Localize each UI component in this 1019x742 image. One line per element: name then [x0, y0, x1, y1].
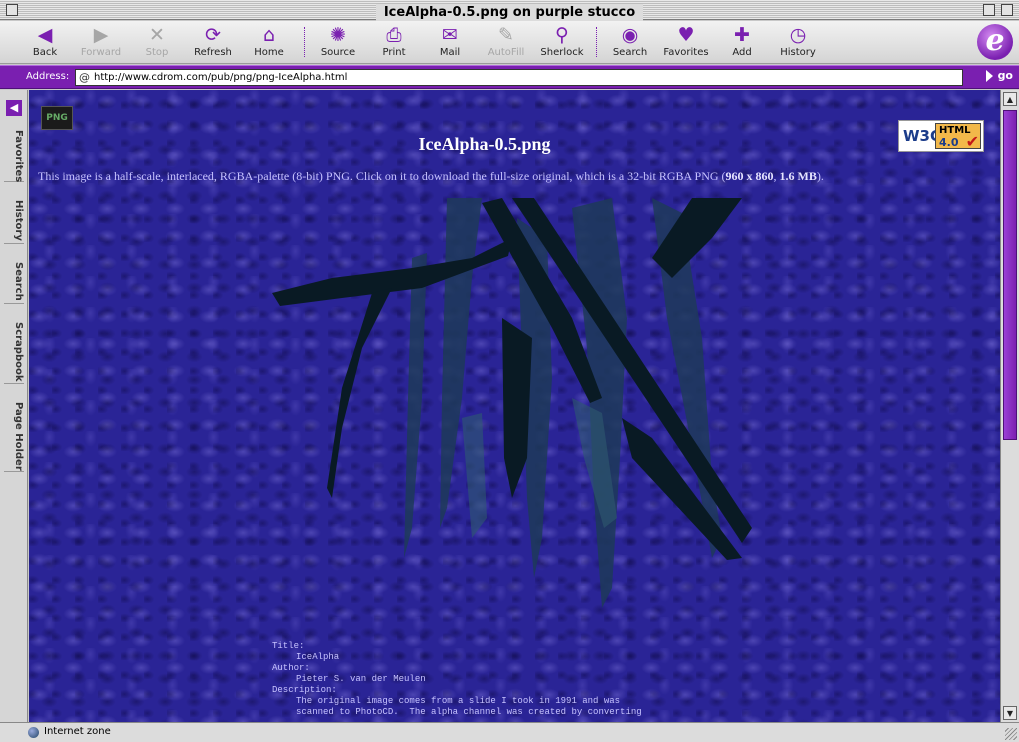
source-label: Source — [320, 47, 356, 58]
back-button[interactable]: ◀ Back — [17, 23, 73, 63]
go-button[interactable]: go — [998, 69, 1013, 82]
meta-description-value: The original image comes from a slide I … — [296, 696, 642, 717]
source-icon: ✺ — [330, 24, 346, 46]
scroll-down-arrow-icon[interactable]: ▼ — [1003, 706, 1017, 720]
scroll-thumb[interactable] — [1003, 110, 1017, 440]
vertical-scrollbar[interactable]: ▲ ▼ — [1000, 90, 1019, 722]
forward-label: Forward — [80, 47, 122, 58]
forward-icon: ▶ — [93, 24, 109, 46]
page-icon: @ — [79, 71, 90, 84]
refresh-label: Refresh — [194, 47, 232, 58]
security-zone: Internet zone — [44, 726, 111, 737]
history-icon: ◷ — [789, 24, 807, 46]
toolbar-separator — [596, 27, 597, 57]
meta-title-value: IceAlpha — [296, 652, 340, 662]
html-version: 4.0 — [939, 136, 959, 149]
explorer-bar-toggle-icon[interactable]: ◀ — [6, 100, 22, 116]
checkmark-icon: ✔ — [965, 132, 979, 151]
autofill-label: AutoFill — [487, 47, 525, 58]
page-title: IceAlpha-0.5.png — [418, 134, 551, 154]
source-button[interactable]: ✺ Source — [310, 23, 366, 63]
window-title-bar[interactable]: IceAlpha-0.5.png on purple stucco — [0, 0, 1019, 22]
refresh-icon: ⟳ — [205, 24, 221, 46]
intro-text-start: This image is a half-scale, interlaced, … — [38, 169, 726, 183]
back-label: Back — [32, 47, 58, 58]
title-wrap: IceAlpha-0.5.png on purple stucco — [0, 1, 1019, 22]
png-logo[interactable]: PNG — [41, 106, 73, 130]
sherlock-icon: ⚲ — [555, 24, 569, 46]
print-button[interactable]: ⎙ Print — [366, 23, 422, 63]
globe-icon — [28, 727, 39, 738]
stop-icon: ✕ — [149, 24, 165, 46]
sherlock-label: Sherlock — [540, 47, 584, 58]
explorer-bar-tabs: ◀ Favorites History Search Scrapbook Pag… — [0, 90, 28, 722]
forward-button[interactable]: ▶ Forward — [73, 23, 129, 63]
meta-title-key: Title: — [272, 641, 305, 651]
home-button[interactable]: ⌂ Home — [241, 23, 297, 63]
meta-author-value: Pieter S. van der Meulen — [296, 674, 426, 684]
scroll-up-arrow-icon[interactable]: ▲ — [1003, 92, 1017, 106]
zoom-box[interactable] — [983, 4, 995, 16]
mail-icon: ✉ — [442, 24, 458, 46]
favorites-button[interactable]: ♥ Favorites — [658, 23, 714, 63]
history-label: History — [780, 47, 816, 58]
tab-scrapbook[interactable]: Scrapbook — [4, 322, 24, 384]
home-icon: ⌂ — [262, 24, 276, 46]
image-dimensions: 960 x 860 — [725, 169, 774, 183]
image-file-size: 1.6 MB — [779, 169, 817, 183]
address-label: Address: — [26, 71, 70, 82]
mail-label: Mail — [439, 47, 461, 58]
status-bar: Internet zone — [0, 722, 1019, 742]
add-label: Add — [732, 47, 752, 58]
meta-description-key: Description: — [272, 685, 337, 695]
mail-button[interactable]: ✉ Mail — [422, 23, 478, 63]
home-label: Home — [254, 47, 284, 58]
address-bar: Address: @ http://www.cdrom.com/pub/png/… — [0, 65, 1019, 89]
history-button[interactable]: ◷ History — [770, 23, 826, 63]
meta-author-key: Author: — [272, 663, 310, 673]
autofill-icon: ✎ — [498, 24, 514, 46]
window-title: IceAlpha-0.5.png on purple stucco — [375, 4, 644, 22]
search-icon: ◉ — [621, 24, 639, 46]
favorites-label: Favorites — [663, 47, 709, 58]
add-icon: ✚ — [734, 24, 750, 46]
favorites-icon: ♥ — [677, 24, 695, 46]
autofill-button[interactable]: ✎ AutoFill — [478, 23, 534, 63]
tab-history[interactable]: History — [4, 200, 24, 244]
stop-label: Stop — [145, 47, 169, 58]
go-arrow-icon[interactable] — [986, 70, 993, 82]
collapse-box[interactable] — [1001, 4, 1013, 16]
search-label: Search — [612, 47, 648, 58]
print-label: Print — [382, 47, 406, 58]
stop-button[interactable]: ✕ Stop — [129, 23, 185, 63]
tab-favorites[interactable]: Favorites — [4, 130, 24, 182]
tab-search[interactable]: Search — [4, 262, 24, 304]
internet-explorer-logo-icon: e — [977, 24, 1013, 60]
toolbar: ◀ Back ▶ Forward ✕ Stop ⟳ Refresh ⌂ Home… — [0, 21, 1019, 64]
intro-paragraph: This image is a half-scale, interlaced, … — [38, 169, 938, 184]
refresh-button[interactable]: ⟳ Refresh — [185, 23, 241, 63]
resize-grip[interactable] — [1005, 728, 1017, 740]
print-icon: ⎙ — [386, 24, 402, 46]
address-url[interactable]: http://www.cdrom.com/pub/png/png-IceAlph… — [94, 72, 347, 83]
ice-alpha-image[interactable] — [272, 198, 754, 616]
html-version-box: HTML 4.0 ✔ — [935, 123, 981, 151]
sherlock-button[interactable]: ⚲ Sherlock — [534, 23, 590, 63]
toolbar-separator — [304, 27, 305, 57]
image-metadata: Title: IceAlpha Author: Pieter S. van der M… — [272, 641, 792, 718]
intro-text-end: ). — [816, 169, 824, 183]
add-favorite-button[interactable]: ✚ Add — [714, 23, 770, 63]
address-field[interactable]: @ http://www.cdrom.com/pub/png/png-IceAl… — [75, 69, 963, 86]
page-content[interactable]: PNG W3C HTML 4.0 ✔ IceAlpha-0.5.png This… — [29, 90, 1000, 722]
back-icon: ◀ — [37, 24, 53, 46]
tab-page-holder[interactable]: Page Holder — [4, 402, 24, 472]
search-button[interactable]: ◉ Search — [602, 23, 658, 63]
